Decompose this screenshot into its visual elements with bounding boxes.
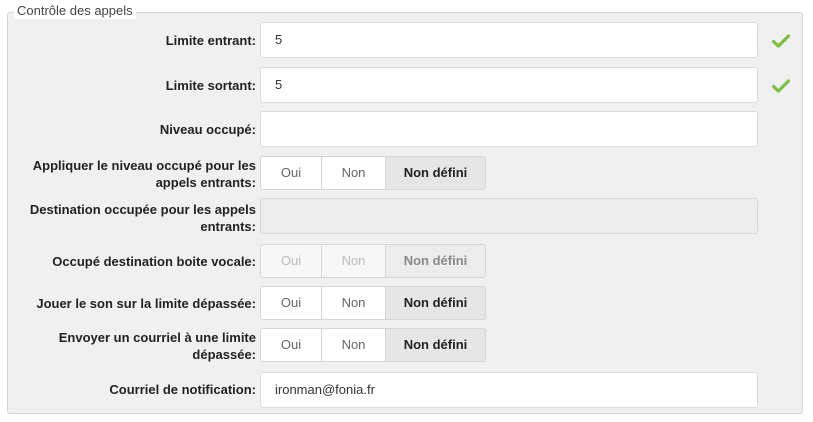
option-yes[interactable]: Oui <box>261 157 322 189</box>
busy-voicemail-toggle: Oui Non Non défini <box>260 244 486 278</box>
busy-destination-label-line1: Destination occupée pour les appels <box>29 202 256 217</box>
option-undefined[interactable]: Non défini <box>386 329 485 361</box>
play-sound-label: Jouer le son sur la limite dépassée: <box>36 296 256 311</box>
busy-destination-label: Destination occupée pour les appels entr… <box>6 201 256 235</box>
option-undefined[interactable]: Non défini <box>386 287 485 319</box>
option-undefined[interactable]: Non défini <box>386 157 485 189</box>
email-on-limit-label-line1: Envoyer un courriel à une limite <box>58 330 256 345</box>
incoming-limit-label: Limite entrant: <box>165 33 256 48</box>
apply-busy-incoming-label-line1: Appliquer le niveau occupé pour les <box>32 158 256 173</box>
check-icon <box>772 34 790 48</box>
busy-level-input[interactable] <box>260 111 758 147</box>
option-no[interactable]: Non <box>322 329 386 361</box>
email-on-limit-label-line2: dépassée: <box>192 347 256 362</box>
outgoing-limit-label: Limite sortant: <box>165 78 256 93</box>
option-no[interactable]: Non <box>322 287 386 319</box>
check-icon <box>772 79 790 93</box>
email-on-limit-label: Envoyer un courriel à une limite dépassé… <box>6 329 256 363</box>
outgoing-limit-input[interactable]: 5 <box>260 67 758 103</box>
apply-busy-incoming-toggle[interactable]: Oui Non Non défini <box>260 156 486 190</box>
option-undefined: Non défini <box>386 245 485 277</box>
option-no[interactable]: Non <box>322 157 386 189</box>
option-yes[interactable]: Oui <box>261 287 322 319</box>
busy-destination-input <box>260 198 758 234</box>
busy-level-label: Niveau occupé: <box>159 122 256 137</box>
play-sound-toggle[interactable]: Oui Non Non défini <box>260 286 486 320</box>
incoming-limit-input[interactable]: 5 <box>260 22 758 58</box>
option-yes: Oui <box>261 245 322 277</box>
busy-destination-label-line2: entrants: <box>200 219 256 234</box>
option-yes[interactable]: Oui <box>261 329 322 361</box>
notification-email-input[interactable]: ironman@fonia.fr <box>260 372 758 408</box>
busy-voicemail-label: Occupé destination boite vocale: <box>52 254 256 269</box>
apply-busy-incoming-label: Appliquer le niveau occupé pour les appe… <box>6 157 256 191</box>
fieldset-legend: Contrôle des appels <box>14 3 136 19</box>
apply-busy-incoming-label-line2: appels entrants: <box>155 175 256 190</box>
notification-email-label: Courriel de notification: <box>109 382 256 397</box>
email-on-limit-toggle[interactable]: Oui Non Non défini <box>260 328 486 362</box>
option-no: Non <box>322 245 386 277</box>
